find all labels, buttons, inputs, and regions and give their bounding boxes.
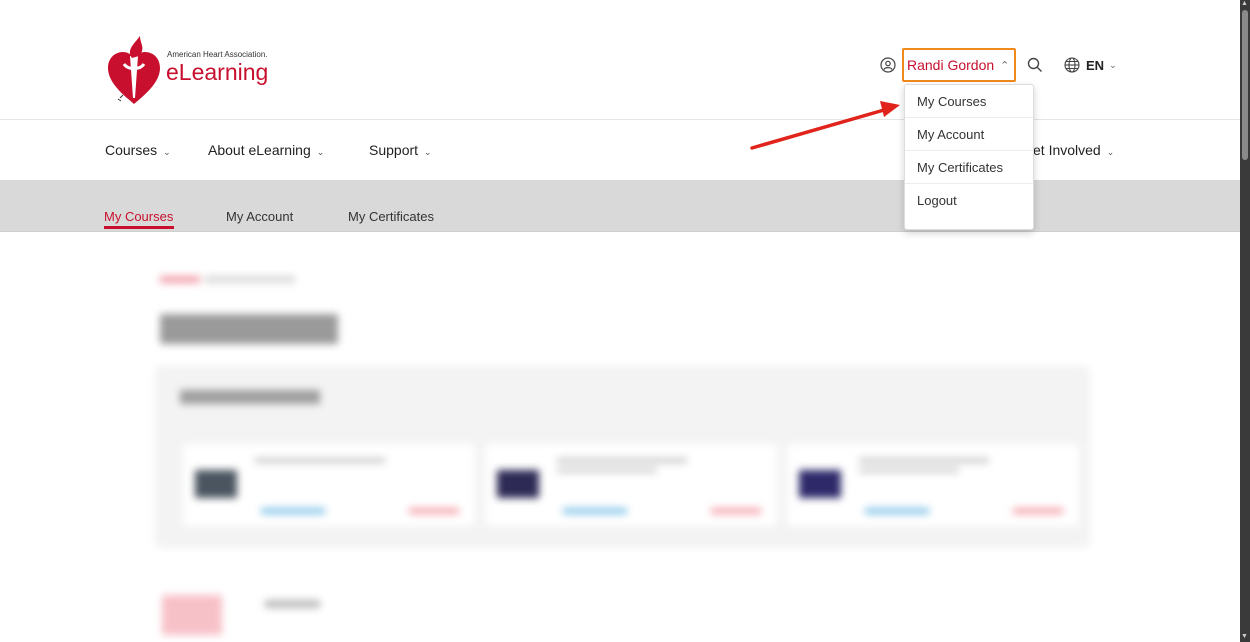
chevron-up-icon: ⌃ xyxy=(1000,59,1010,72)
nav-item-label: Support xyxy=(369,142,419,158)
scroll-up-icon[interactable]: ▲ xyxy=(1241,0,1248,7)
active-tab-indicator xyxy=(104,226,174,229)
chevron-down-icon: ⌄ xyxy=(1109,59,1117,70)
menu-item-my-certificates[interactable]: My Certificates xyxy=(905,151,1033,184)
course-status xyxy=(1013,508,1063,514)
chevron-down-icon: ⌄ xyxy=(163,147,171,157)
nav-item-support[interactable]: Support ⌄ xyxy=(369,142,432,158)
nav-item-about[interactable]: About eLearning ⌄ xyxy=(208,142,324,158)
tab-my-certificates[interactable]: My Certificates xyxy=(348,209,434,224)
chevron-down-icon: ⌄ xyxy=(1106,147,1115,157)
course-card xyxy=(485,444,777,526)
menu-item-my-account[interactable]: My Account xyxy=(905,118,1033,151)
tab-my-account[interactable]: My Account xyxy=(226,209,293,224)
course-status xyxy=(409,508,459,514)
heart-torch-icon xyxy=(108,36,160,104)
user-circle-icon[interactable] xyxy=(880,57,896,73)
account-subnav: My Courses My Account My Certificates xyxy=(0,180,1240,232)
course-thumbnail xyxy=(799,470,841,498)
aha-elearning-logo[interactable]: American Heart Association. eLearning xyxy=(104,26,294,106)
filter-tab xyxy=(265,600,320,608)
main-nav: Courses ⌄ About eLearning ⌄ Support ⌄ et In… xyxy=(0,120,1240,180)
blurred-page-content xyxy=(0,232,1240,642)
user-menu-button[interactable]: Randi Gordon ⌃ xyxy=(902,48,1016,82)
vertical-scrollbar[interactable]: ▲ ▼ xyxy=(1240,0,1250,642)
course-card xyxy=(183,444,475,526)
course-card xyxy=(787,444,1079,526)
section-title xyxy=(180,390,320,404)
search-icon[interactable] xyxy=(1027,57,1043,73)
language-selector[interactable]: EN ⌄ xyxy=(1064,57,1117,73)
course-title xyxy=(859,468,959,473)
nav-item-courses[interactable]: Courses ⌄ xyxy=(105,142,171,158)
course-action xyxy=(261,508,325,514)
filter-tab-active xyxy=(162,595,222,635)
logo-org-text: American Heart Association. xyxy=(167,50,268,59)
course-title xyxy=(557,458,687,463)
user-dropdown-menu: My Courses My Account My Certificates Lo… xyxy=(904,84,1034,230)
chevron-down-icon: ⌄ xyxy=(424,147,432,157)
course-title xyxy=(255,458,385,463)
menu-item-my-courses[interactable]: My Courses xyxy=(905,85,1033,118)
recent-activity-card xyxy=(155,366,1090,548)
language-label: EN xyxy=(1086,57,1105,73)
site-header: American Heart Association. eLearning Ra… xyxy=(0,0,1240,120)
globe-icon xyxy=(1064,57,1080,73)
nav-item-get-involved[interactable]: et Involved ⌄ xyxy=(1033,142,1114,158)
menu-item-logout[interactable]: Logout xyxy=(905,184,1033,217)
user-name: Randi Gordon xyxy=(907,57,995,73)
scroll-down-icon[interactable]: ▼ xyxy=(1241,633,1248,640)
nav-item-label: Courses xyxy=(105,142,158,158)
course-thumbnail xyxy=(195,470,237,498)
logo-product-text: eLearning xyxy=(166,59,269,85)
course-title xyxy=(557,468,657,473)
breadcrumb xyxy=(205,276,295,283)
breadcrumb xyxy=(160,276,200,283)
course-action xyxy=(865,508,929,514)
course-thumbnail xyxy=(497,470,539,498)
nav-item-label: et Involved xyxy=(1033,142,1101,158)
chevron-down-icon: ⌄ xyxy=(316,147,325,157)
page-title xyxy=(160,314,338,344)
course-action xyxy=(563,508,627,514)
tab-my-courses[interactable]: My Courses xyxy=(104,209,173,224)
nav-item-label: About eLearning xyxy=(208,142,311,158)
scrollbar-thumb[interactable] xyxy=(1242,10,1248,160)
course-status xyxy=(711,508,761,514)
course-title xyxy=(859,458,989,463)
